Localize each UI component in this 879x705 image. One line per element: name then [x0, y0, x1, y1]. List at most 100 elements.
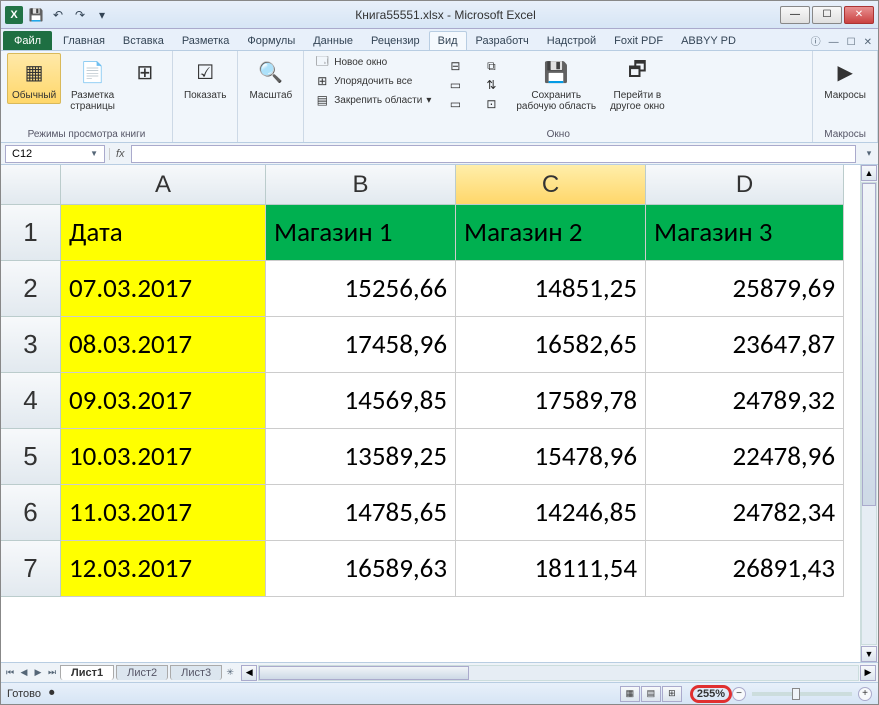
save-workspace-button[interactable]: 💾 Сохранить рабочую область: [511, 53, 601, 115]
ribbon-close-icon[interactable]: ✕: [860, 35, 876, 50]
cell[interactable]: 24789,32: [646, 373, 844, 429]
zoom-slider[interactable]: [752, 692, 852, 696]
split-button[interactable]: ⊟: [443, 57, 467, 75]
cell[interactable]: Дата: [61, 205, 266, 261]
cell[interactable]: Магазин 2: [456, 205, 646, 261]
formula-input[interactable]: [131, 145, 856, 163]
switch-window-button[interactable]: 🗗 Перейти в другое окно: [605, 53, 670, 115]
cell[interactable]: 09.03.2017: [61, 373, 266, 429]
tab-prev-icon[interactable]: ◀: [17, 665, 31, 681]
cell[interactable]: 24782,34: [646, 485, 844, 541]
row-header[interactable]: 1: [1, 205, 61, 261]
ribbon-minimize-icon[interactable]: —: [825, 35, 843, 50]
scroll-track[interactable]: [258, 665, 859, 681]
page-layout-button[interactable]: 📄 Разметка страницы: [65, 53, 120, 115]
tab-view[interactable]: Вид: [429, 31, 467, 50]
reset-pos-button[interactable]: ⊡: [479, 95, 503, 113]
cell[interactable]: 14246,85: [456, 485, 646, 541]
cell[interactable]: 12.03.2017: [61, 541, 266, 597]
new-sheet-icon[interactable]: ✳: [223, 665, 237, 681]
normal-view-icon[interactable]: ▦: [620, 686, 640, 702]
sheet-tab[interactable]: Лист3: [170, 665, 222, 680]
cell[interactable]: 17589,78: [456, 373, 646, 429]
select-all-corner[interactable]: [1, 165, 61, 205]
cell[interactable]: 15478,96: [456, 429, 646, 485]
zoom-out-button[interactable]: −: [732, 687, 746, 701]
tab-foxit[interactable]: Foxit PDF: [605, 31, 672, 50]
cell[interactable]: 15256,66: [266, 261, 456, 317]
macros-button[interactable]: ▶ Макросы: [819, 53, 871, 104]
tab-home[interactable]: Главная: [54, 31, 114, 50]
page-layout-view-icon[interactable]: ▤: [641, 686, 661, 702]
col-header-d[interactable]: D: [646, 165, 844, 205]
cell[interactable]: 13589,25: [266, 429, 456, 485]
scroll-right-button[interactable]: ▶: [860, 665, 876, 681]
tab-review[interactable]: Рецензир: [362, 31, 429, 50]
horizontal-scrollbar[interactable]: ◀ ▶: [239, 663, 878, 682]
cell[interactable]: 18111,54: [456, 541, 646, 597]
tab-first-icon[interactable]: ⏮: [3, 665, 17, 681]
tab-data[interactable]: Данные: [304, 31, 362, 50]
show-button[interactable]: ☑ Показать: [179, 53, 232, 104]
close-button[interactable]: ✕: [844, 6, 874, 24]
macro-record-icon[interactable]: ⏺: [49, 687, 55, 700]
tab-layout[interactable]: Разметка: [173, 31, 239, 50]
tab-formulas[interactable]: Формулы: [238, 31, 304, 50]
tab-insert[interactable]: Вставка: [114, 31, 173, 50]
page-break-view-icon[interactable]: ⊞: [662, 686, 682, 702]
cell[interactable]: 10.03.2017: [61, 429, 266, 485]
normal-view-button[interactable]: ▦ Обычный: [7, 53, 61, 104]
page-break-button[interactable]: ⊞: [124, 53, 166, 93]
undo-icon[interactable]: ↶: [49, 6, 67, 24]
cell[interactable]: 25879,69: [646, 261, 844, 317]
maximize-button[interactable]: ☐: [812, 6, 842, 24]
tab-addins[interactable]: Надстрой: [538, 31, 605, 50]
col-header-c[interactable]: C: [456, 165, 646, 205]
side-by-side-button[interactable]: ⧉: [479, 57, 503, 75]
cell[interactable]: Магазин 3: [646, 205, 844, 261]
redo-icon[interactable]: ↷: [71, 6, 89, 24]
scroll-down-button[interactable]: ▼: [861, 646, 877, 662]
scroll-up-button[interactable]: ▲: [861, 165, 877, 181]
sheet-tab[interactable]: Лист2: [116, 665, 168, 680]
zoom-in-button[interactable]: +: [858, 687, 872, 701]
cell[interactable]: 14785,65: [266, 485, 456, 541]
scroll-thumb[interactable]: [862, 183, 876, 506]
tab-developer[interactable]: Разработч: [467, 31, 538, 50]
col-header-b[interactable]: B: [266, 165, 456, 205]
cell[interactable]: 16589,63: [266, 541, 456, 597]
new-window-button[interactable]: 🗔Новое окно: [310, 53, 435, 71]
row-header[interactable]: 5: [1, 429, 61, 485]
cell[interactable]: 14851,25: [456, 261, 646, 317]
hide-button[interactable]: ▭: [443, 76, 467, 94]
tab-abbyy[interactable]: ABBYY PD: [672, 31, 745, 50]
fx-label[interactable]: fx: [109, 148, 131, 160]
formula-expand-icon[interactable]: ▾: [860, 148, 878, 159]
sheet-tab-active[interactable]: Лист1: [60, 665, 114, 680]
tab-next-icon[interactable]: ▶: [31, 665, 45, 681]
cell[interactable]: 16582,65: [456, 317, 646, 373]
ribbon-restore-icon[interactable]: ☐: [843, 35, 860, 50]
cell[interactable]: 17458,96: [266, 317, 456, 373]
cell[interactable]: 11.03.2017: [61, 485, 266, 541]
zoom-slider-thumb[interactable]: [792, 688, 800, 700]
cell[interactable]: 07.03.2017: [61, 261, 266, 317]
cell[interactable]: 14569,85: [266, 373, 456, 429]
spreadsheet-grid[interactable]: A B C D 1 Дата Магазин 1 Магазин 2 Магаз…: [1, 165, 878, 597]
tab-last-icon[interactable]: ⏭: [45, 665, 59, 681]
cell[interactable]: Магазин 1: [266, 205, 456, 261]
qat-dropdown-icon[interactable]: ▾: [93, 6, 111, 24]
col-header-a[interactable]: A: [61, 165, 266, 205]
save-icon[interactable]: 💾: [27, 6, 45, 24]
cell[interactable]: 23647,87: [646, 317, 844, 373]
row-header[interactable]: 7: [1, 541, 61, 597]
name-box-dropdown-icon[interactable]: ▼: [90, 149, 98, 158]
sync-scroll-button[interactable]: ⇅: [479, 76, 503, 94]
vertical-scrollbar[interactable]: ▲ ▼: [860, 165, 878, 662]
ribbon-help-icon[interactable]: ⓘ: [807, 31, 825, 50]
minimize-button[interactable]: —: [780, 6, 810, 24]
scroll-left-button[interactable]: ◀: [241, 665, 257, 681]
row-header[interactable]: 3: [1, 317, 61, 373]
name-box[interactable]: C12 ▼: [5, 145, 105, 163]
scroll-thumb[interactable]: [259, 666, 469, 680]
